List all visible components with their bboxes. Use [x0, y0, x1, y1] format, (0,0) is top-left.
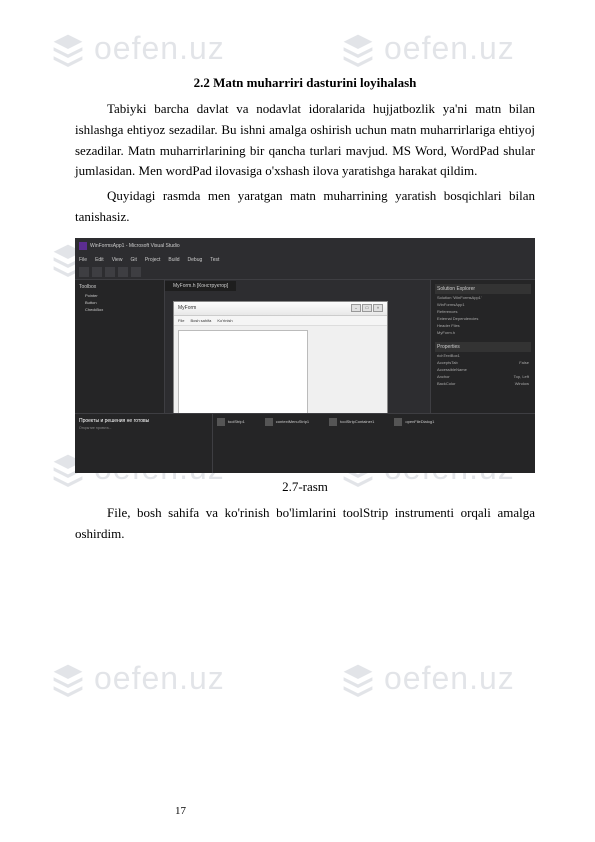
- watermark: oefen.uz: [50, 660, 225, 697]
- component-icon: [394, 418, 402, 426]
- toolbar-button[interactable]: [118, 267, 128, 277]
- solution-explorer: Solution Explorer Solution 'WinFormsApp1…: [435, 284, 531, 336]
- paragraph-3: File, bosh sahifa va ko'rinish bo'limlar…: [75, 503, 535, 545]
- section-title: 2.2 Matn muharriri dasturini loyihalash: [75, 75, 535, 91]
- properties-title: Properties: [435, 342, 531, 352]
- menu-build[interactable]: Build: [168, 257, 179, 263]
- prop-row[interactable]: AccessibleName: [435, 366, 531, 373]
- document-content: 2.2 Matn muharriri dasturini loyihalash …: [0, 0, 595, 588]
- menu-file[interactable]: File: [79, 257, 87, 263]
- tree-item[interactable]: External Dependencies: [435, 315, 531, 322]
- prop-row[interactable]: AnchorTop, Left: [435, 373, 531, 380]
- component-item[interactable]: toolStrip1: [217, 418, 245, 426]
- tree-item[interactable]: References: [435, 308, 531, 315]
- ide-bottom-panel: Проекты и решения не готовы Открытие про…: [75, 413, 535, 473]
- paragraph-1: Tabiyki barcha davlat va nodavlat idoral…: [75, 99, 535, 182]
- menu-git[interactable]: Git: [130, 257, 136, 263]
- component-icon: [329, 418, 337, 426]
- component-item[interactable]: contextMenuStrip1: [265, 418, 309, 426]
- ide-menubar: File Edit View Git Project Build Debug T…: [75, 254, 535, 266]
- figure-screenshot: WinFormsApp1 - Microsoft Visual Studio F…: [75, 238, 535, 473]
- form-menu-home[interactable]: Bosh sahifa: [190, 318, 211, 323]
- ide-tab[interactable]: MyForm.h [Конструктор]: [165, 281, 236, 291]
- menu-test[interactable]: Test: [210, 257, 219, 263]
- close-icon[interactable]: ×: [373, 304, 383, 312]
- menu-edit[interactable]: Edit: [95, 257, 104, 263]
- toolbar-button[interactable]: [105, 267, 115, 277]
- tree-item[interactable]: Header Files: [435, 322, 531, 329]
- ide-toolbar: [75, 266, 535, 280]
- component-icon: [217, 418, 225, 426]
- toolbox-title: Toolbox: [79, 284, 160, 290]
- live-share-text: Открытие проекта...: [79, 426, 208, 431]
- bottom-right: [438, 414, 535, 473]
- ide-titlebar: WinFormsApp1 - Microsoft Visual Studio: [75, 238, 535, 254]
- toolbar-button[interactable]: [131, 267, 141, 277]
- visual-studio-screenshot: WinFormsApp1 - Microsoft Visual Studio F…: [75, 238, 535, 473]
- paragraph-2: Quyidagi rasmda men yaratgan matn muharr…: [75, 186, 535, 228]
- toolbox-item[interactable]: Pointer: [79, 292, 160, 299]
- component-icon: [265, 418, 273, 426]
- menu-debug[interactable]: Debug: [188, 257, 203, 263]
- figure-caption: 2.7-rasm: [75, 479, 535, 495]
- form-menu-view[interactable]: Ko'rinish: [217, 318, 232, 323]
- toolbox-item[interactable]: Button: [79, 299, 160, 306]
- toolbar-button[interactable]: [79, 267, 89, 277]
- form-menubar: File Bosh sahifa Ko'rinish: [174, 316, 387, 326]
- toolbox-item[interactable]: CheckBox: [79, 306, 160, 313]
- stack-icon: [340, 661, 376, 697]
- component-item[interactable]: openFileDialog1: [394, 418, 434, 426]
- watermark: oefen.uz: [340, 660, 515, 697]
- ide-tab-bar: MyForm.h [Конструктор]: [165, 280, 430, 293]
- live-share-panel: Проекты и решения не готовы Открытие про…: [75, 414, 213, 473]
- menu-project[interactable]: Project: [145, 257, 161, 263]
- minimize-icon[interactable]: –: [351, 304, 361, 312]
- vs-icon: [79, 242, 87, 250]
- maximize-icon[interactable]: □: [362, 304, 372, 312]
- ide-title: WinFormsApp1 - Microsoft Visual Studio: [90, 243, 180, 249]
- tree-item[interactable]: Solution 'WinFormsApp1': [435, 294, 531, 301]
- toolbar-button[interactable]: [92, 267, 102, 277]
- component-item[interactable]: toolStripContainer1: [329, 418, 374, 426]
- form-menu-file[interactable]: File: [178, 318, 184, 323]
- form-title: MyForm: [178, 305, 196, 311]
- stack-icon: [50, 661, 86, 697]
- live-share-title: Проекты и решения не готовы: [79, 418, 208, 424]
- form-titlebar: MyForm – □ ×: [174, 302, 387, 316]
- solution-explorer-title: Solution Explorer: [435, 284, 531, 294]
- menu-view[interactable]: View: [112, 257, 123, 263]
- page-number: 17: [175, 805, 186, 817]
- tree-item[interactable]: MyForm.h: [435, 329, 531, 336]
- properties-panel: Properties richTextBox1 AcceptsTabFalse …: [435, 342, 531, 387]
- prop-row[interactable]: AcceptsTabFalse: [435, 359, 531, 366]
- form-window-controls: – □ ×: [351, 304, 383, 312]
- prop-row[interactable]: BackColorWindow: [435, 380, 531, 387]
- prop-row[interactable]: richTextBox1: [435, 352, 531, 359]
- tree-item[interactable]: WinFormsApp1: [435, 301, 531, 308]
- component-tray: toolStrip1 contextMenuStrip1 toolStripCo…: [213, 414, 438, 473]
